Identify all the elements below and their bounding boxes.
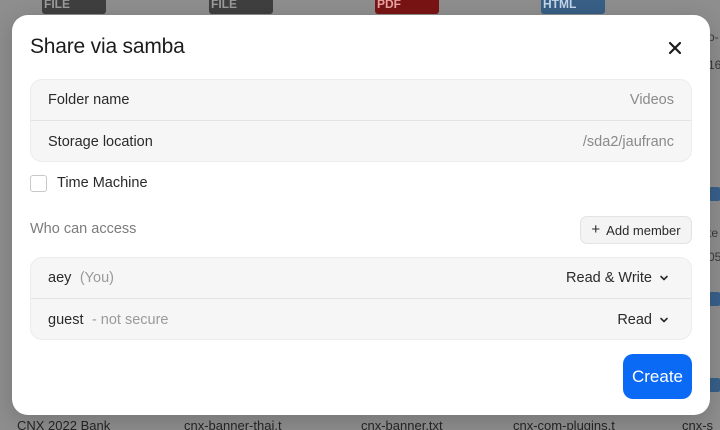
file-thumbnail[interactable]: FILE xyxy=(42,0,106,14)
dialog-title: Share via samba xyxy=(30,35,185,58)
html-thumbnail[interactable]: HTML xyxy=(541,0,605,14)
file-name[interactable]: cnx-banner.txt xyxy=(361,418,443,430)
storage-location-row: Storage location /sda2/jaufranc xyxy=(31,121,691,161)
member-note: - not secure xyxy=(91,311,169,328)
storage-location-label: Storage location xyxy=(48,133,153,150)
add-member-label: Add member xyxy=(606,222,681,238)
add-member-button[interactable]: + Add member xyxy=(580,216,692,244)
member-list: aey (You) Read & Write guest - not secur… xyxy=(30,257,692,340)
storage-location-value: /sda2/jaufranc xyxy=(582,133,674,150)
plus-icon: + xyxy=(591,221,601,238)
member-row: aey (You) Read & Write xyxy=(31,258,691,299)
time-machine-checkbox[interactable] xyxy=(30,174,47,192)
member-name: guest xyxy=(48,311,84,328)
permission-value: Read xyxy=(617,311,652,328)
member-note: (You) xyxy=(79,270,114,286)
who-can-access-heading: Who can access xyxy=(30,221,137,237)
member-name: aey xyxy=(48,270,72,286)
file-thumbnail[interactable]: FILE xyxy=(209,0,273,14)
permission-dropdown[interactable]: Read & Write xyxy=(566,270,669,286)
time-machine-option[interactable]: Time Machine xyxy=(30,173,148,193)
file-name-row: CNX 2022 Bank cnx-banner-thai.t cnx-bann… xyxy=(0,418,720,430)
permission-dropdown[interactable]: Read xyxy=(617,312,669,328)
time-machine-label: Time Machine xyxy=(57,175,148,191)
file-name[interactable]: CNX 2022 Bank xyxy=(17,418,110,430)
file-name[interactable]: cnx-banner-thai.t xyxy=(184,418,282,430)
permission-value: Read & Write xyxy=(566,270,652,286)
share-details-group: Folder name Videos Storage location /sda… xyxy=(30,79,692,162)
folder-name-label: Folder name xyxy=(48,92,130,108)
chevron-down-icon xyxy=(660,317,668,322)
member-row: guest - not secure Read xyxy=(31,299,691,339)
close-button[interactable] xyxy=(664,37,686,59)
pdf-thumbnail[interactable]: PDF xyxy=(375,0,439,14)
file-name[interactable]: cnx-com-plugins.t xyxy=(513,418,615,430)
folder-name-row: Folder name Videos xyxy=(31,80,691,121)
folder-name-value: Videos xyxy=(629,92,674,108)
file-name[interactable]: cnx-s xyxy=(682,418,713,430)
create-button[interactable]: Create xyxy=(623,354,692,399)
close-icon xyxy=(668,41,682,55)
chevron-down-icon xyxy=(660,275,668,281)
share-samba-dialog: Share via samba Folder name Videos Stora… xyxy=(12,15,710,415)
